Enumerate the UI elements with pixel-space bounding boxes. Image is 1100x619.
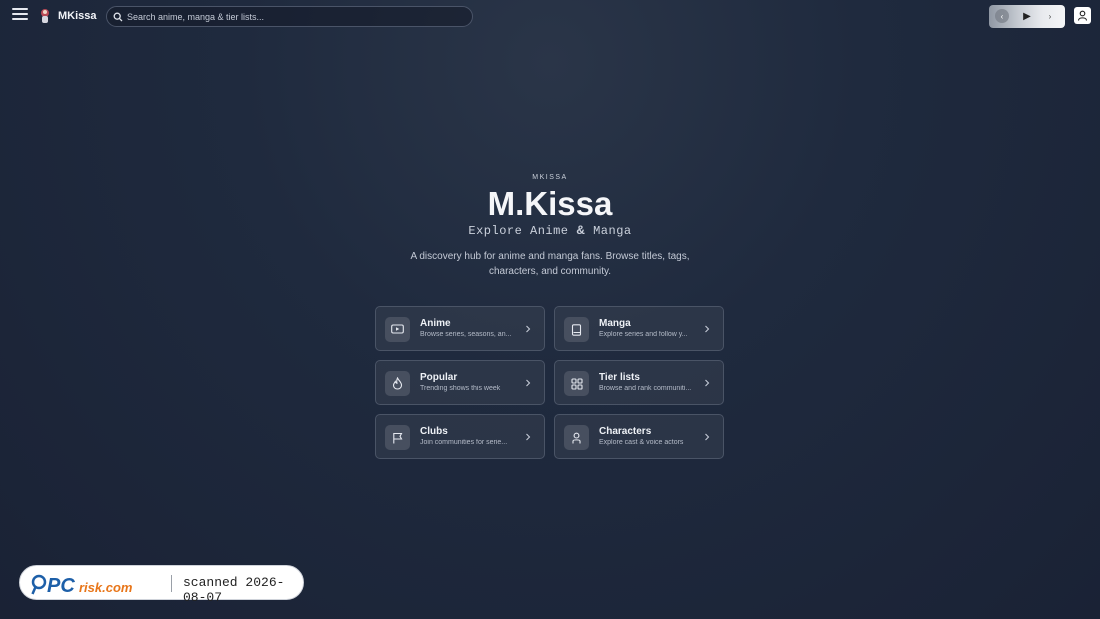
tv-icon — [385, 317, 410, 342]
flag-icon — [385, 425, 410, 450]
search-bar[interactable] — [106, 6, 473, 27]
previous-icon[interactable]: ‹ — [995, 9, 1009, 23]
card-title: Clubs — [420, 426, 448, 437]
svg-text:risk.com: risk.com — [79, 580, 133, 595]
card-title: Manga — [599, 318, 631, 329]
chevron-right-icon — [526, 433, 531, 441]
chevron-right-icon — [705, 325, 710, 333]
play-icon[interactable]: ▶ — [1020, 9, 1034, 23]
page-title: M.Kissa — [487, 185, 613, 222]
card-tier-lists[interactable]: Tier lists Browse and rank communiti... — [554, 360, 724, 405]
app-name: MKissa — [58, 10, 97, 22]
top-bar: MKissa ‹ ▶ › — [0, 0, 1100, 32]
card-description: Explore series and follow y... — [599, 331, 688, 338]
chevron-right-icon — [526, 325, 531, 333]
hamburger-menu-icon[interactable] — [12, 8, 28, 22]
watermark-text: scanned 2026-08-07 — [183, 575, 285, 605]
card-description: Explore cast & voice actors — [599, 439, 684, 446]
svg-text:PC: PC — [47, 575, 75, 596]
card-title: Popular — [420, 372, 458, 383]
search-input[interactable] — [127, 11, 457, 22]
category-grid: Anime Browse series, seasons, an... Mang… — [375, 306, 725, 459]
user-account-button[interactable] — [1074, 7, 1091, 24]
subtitle-right: Manga — [593, 224, 632, 238]
card-title: Characters — [599, 426, 652, 437]
hero-description: A discovery hub for anime and manga fans… — [410, 251, 690, 277]
watermark-separator — [171, 575, 172, 592]
hero-subtitle: Explore Anime & Manga — [0, 223, 1100, 238]
scan-watermark: PC risk.com scanned 2026-08-07 — [19, 565, 304, 605]
card-popular[interactable]: Popular Trending shows this week — [375, 360, 545, 405]
card-description: Browse and rank communiti... — [599, 385, 692, 392]
subtitle-amp: & — [576, 223, 586, 237]
subtitle-left: Explore Anime — [468, 224, 569, 238]
search-icon — [113, 12, 123, 21]
card-clubs[interactable]: Clubs Join communities for serie... — [375, 414, 545, 459]
chevron-right-icon — [705, 433, 710, 441]
pcrisk-logo: PC risk.com — [31, 574, 133, 596]
card-title: Tier lists — [599, 372, 640, 383]
card-anime[interactable]: Anime Browse series, seasons, an... — [375, 306, 545, 351]
chevron-right-icon — [526, 379, 531, 387]
grid-icon — [564, 371, 589, 396]
logo[interactable]: MKissa — [38, 8, 97, 24]
card-description: Join communities for serie... — [420, 439, 508, 446]
flame-icon — [385, 371, 410, 396]
card-description: Trending shows this week — [420, 385, 501, 392]
media-player-widget[interactable]: ‹ ▶ › — [989, 5, 1065, 28]
card-description: Browse series, seasons, an... — [420, 331, 512, 338]
card-title: Anime — [420, 318, 451, 329]
card-manga[interactable]: Manga Explore series and follow y... — [554, 306, 724, 351]
chevron-right-icon — [705, 379, 710, 387]
next-icon[interactable]: › — [1043, 9, 1057, 23]
user-icon — [1077, 10, 1088, 21]
logo-icon — [38, 8, 52, 24]
card-characters[interactable]: Characters Explore cast & voice actors — [554, 414, 724, 459]
hero-eyebrow: MKISSA — [532, 174, 568, 181]
person-icon — [564, 425, 589, 450]
book-icon — [564, 317, 589, 342]
